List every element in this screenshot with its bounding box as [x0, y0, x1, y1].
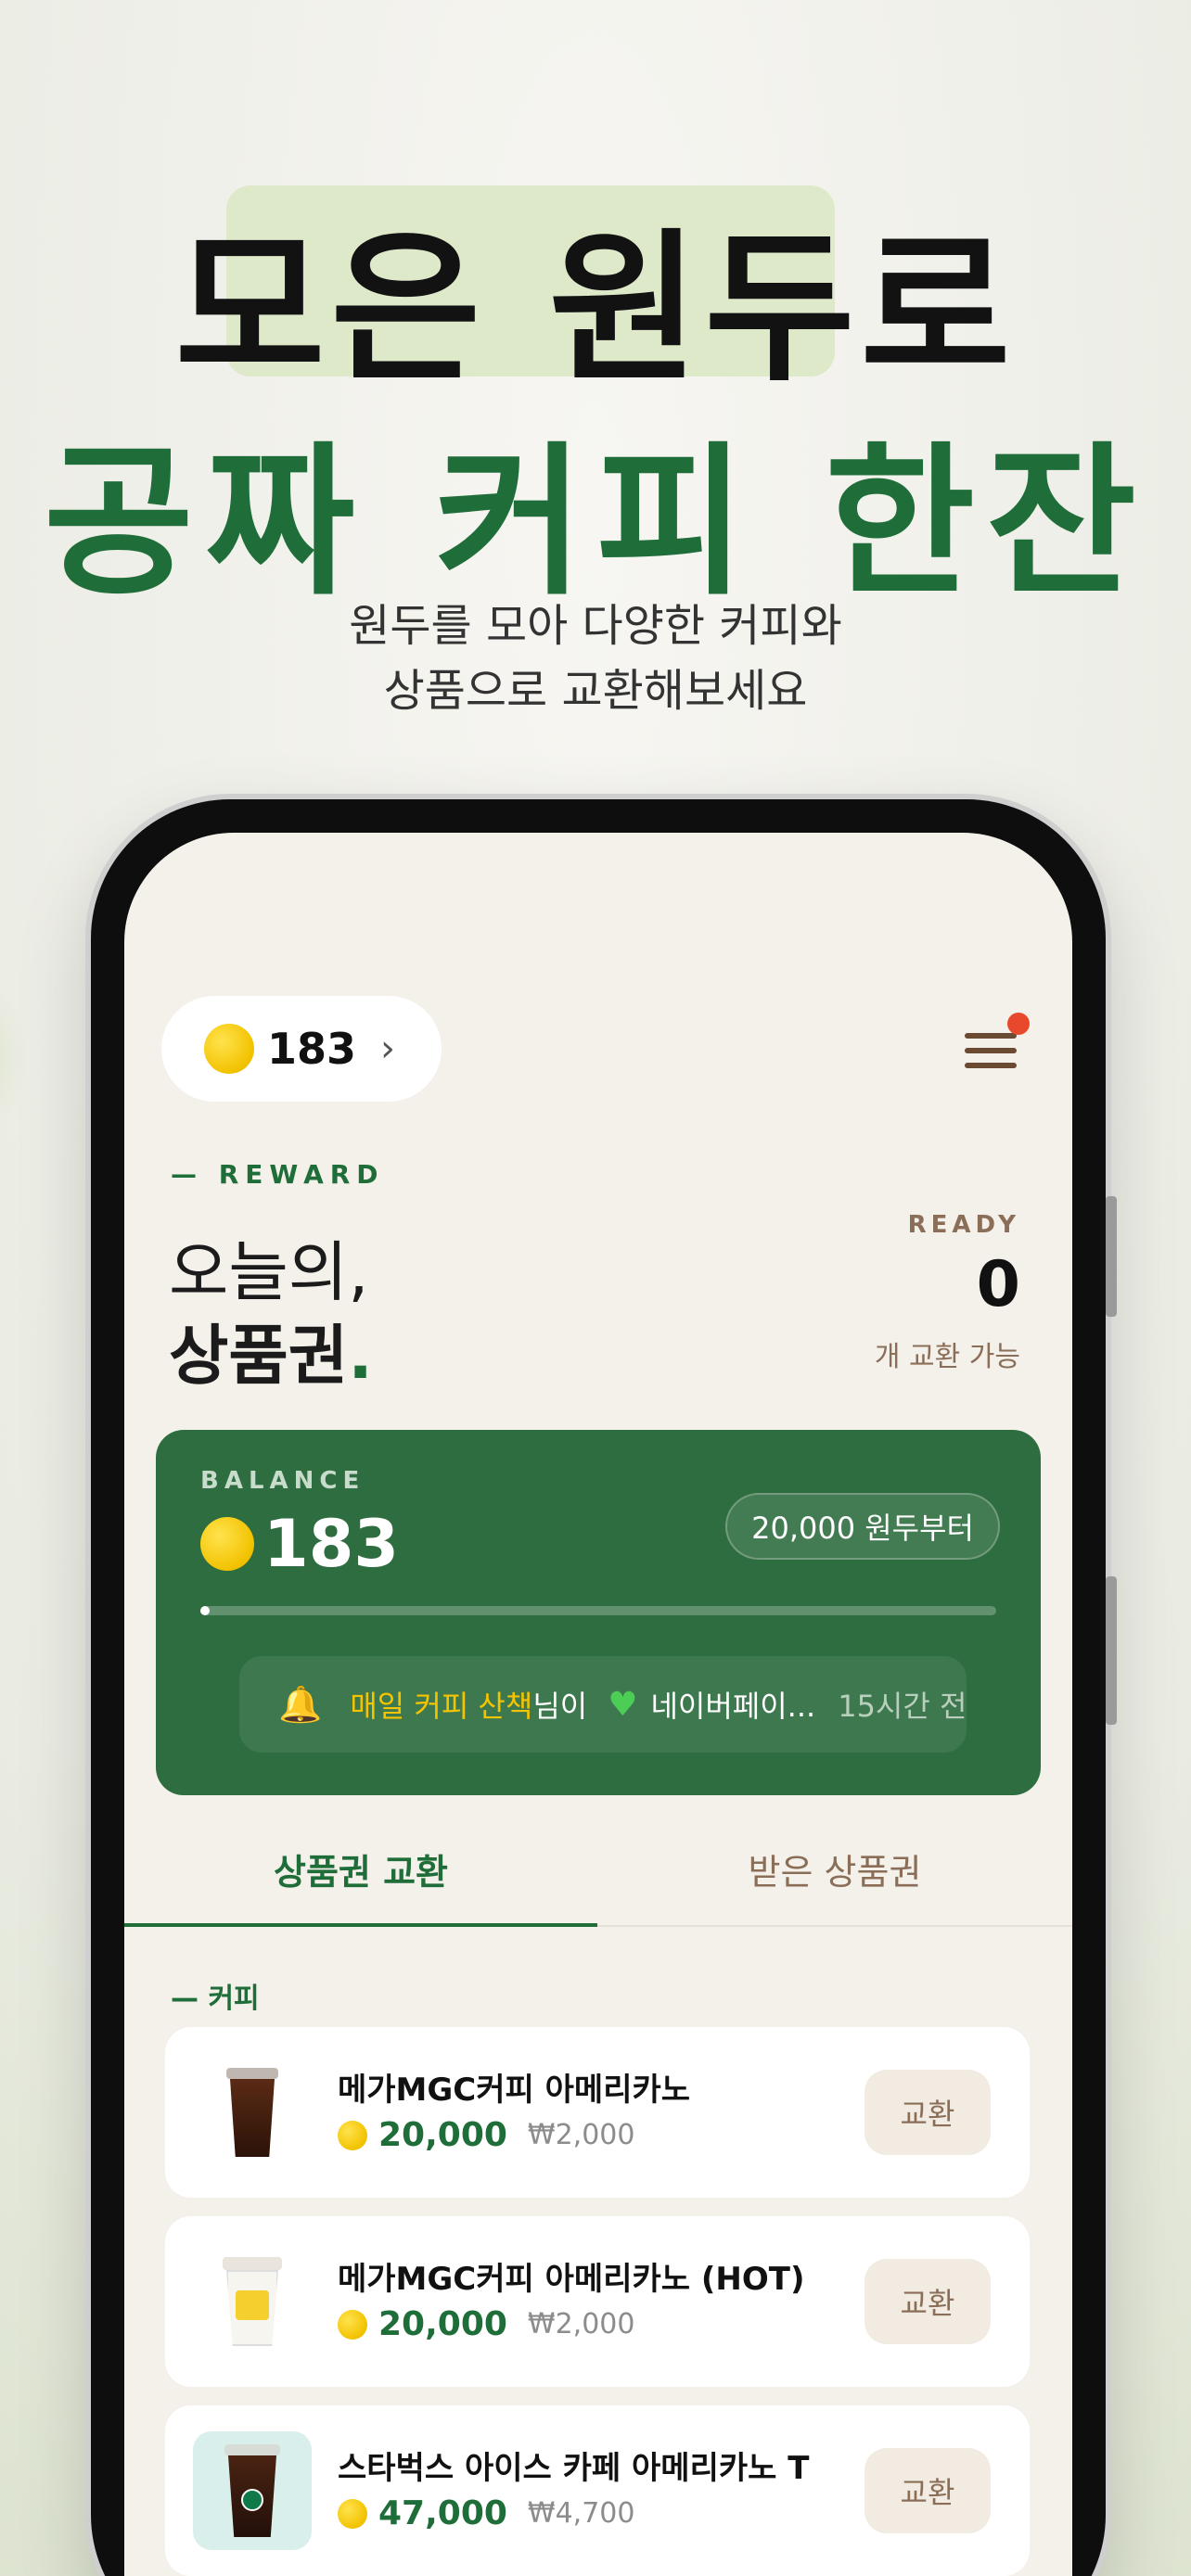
hamburger-icon[interactable] — [965, 1033, 1017, 1070]
phone-side-button — [1106, 1196, 1117, 1317]
product-thumbnail — [193, 2431, 312, 2550]
ready-label: READY — [907, 1211, 1020, 1239]
coin-icon — [338, 2309, 367, 2340]
reward-title-line2: 상품권. — [169, 1304, 373, 1397]
bell-icon: 🔔 — [278, 1683, 323, 1725]
ready-count: 0 — [976, 1248, 1020, 1321]
ticker-target: 네이버페이... — [650, 1689, 816, 1724]
reward-title-text: 상품권 — [169, 1318, 349, 1394]
product-thumbnail — [193, 2242, 312, 2361]
reward-section-label: — REWARD — [171, 1159, 385, 1190]
product-won-price: ₩2,000 — [527, 2308, 635, 2340]
exchange-button[interactable]: 교환 — [864, 2070, 991, 2155]
iced-coffee-icon — [226, 2068, 278, 2157]
product-price: 20,000 — [378, 2305, 507, 2343]
exchange-button[interactable]: 교환 — [864, 2448, 991, 2533]
hot-coffee-icon — [223, 2257, 282, 2346]
section-label-coffee: — 커피 — [171, 1983, 260, 2015]
product-name: 메가MGC커피 아메리카노 (HOT) — [338, 2261, 805, 2298]
product-name: 스타벅스 아이스 카페 아메리카노 T — [338, 2450, 810, 2487]
product-price-row: 20,000 ₩2,000 — [338, 2305, 634, 2343]
app-screen: 183 › — REWARD 오늘의, 상품권. READY 0 개 교환 가능… — [124, 833, 1072, 2576]
reward-title-line1: 오늘의, — [169, 1234, 369, 1310]
coin-icon — [338, 2498, 367, 2529]
balance-card: BALANCE 183 20,000 원두부터 🔔 매일 커피 산책 님이 ♥ … — [156, 1430, 1041, 1795]
coin-icon — [204, 1024, 254, 1074]
product-price-row: 47,000 ₩4,700 — [338, 2494, 634, 2532]
list-item[interactable]: 스타벅스 아이스 카페 아메리카노 T 47,000 ₩4,700 교환 — [165, 2405, 1030, 2576]
product-thumbnail — [193, 2053, 312, 2172]
green-heart-icon: ♥ — [608, 1685, 638, 1724]
hero-subtitle: 원두를 모아 다양한 커피와 상품으로 교환해보세요 — [0, 593, 1191, 723]
hero-title-line1: 모은 원두로 — [174, 214, 1017, 404]
product-price: 47,000 — [378, 2494, 507, 2532]
balance-value-row: 183 — [200, 1506, 399, 1582]
hero-subtitle-line2: 상품으로 교환해보세요 — [383, 665, 808, 717]
exchange-button[interactable]: 교환 — [864, 2259, 991, 2344]
tab-received-vouchers[interactable]: 받은 상품권 — [597, 1843, 1072, 1894]
background-leaf-blur — [0, 983, 28, 1131]
minimum-exchange-pill: 20,000 원두부터 — [725, 1493, 1000, 1560]
coin-balance-pill[interactable]: 183 › — [161, 996, 442, 1102]
list-item[interactable]: 메가MGC커피 아메리카노 20,000 ₩2,000 교환 — [165, 2027, 1030, 2198]
tab-voucher-exchange[interactable]: 상품권 교환 — [124, 1843, 597, 1894]
recent-exchange-ticker[interactable]: 🔔 매일 커피 산책 님이 ♥ 네이버페이... 15시간 전 — [239, 1656, 967, 1753]
coin-balance-value: 183 — [267, 1024, 357, 1074]
active-tab-indicator — [124, 1923, 597, 1927]
ticker-time: 15시간 전 — [838, 1689, 967, 1724]
balance-label: BALANCE — [200, 1467, 365, 1495]
product-won-price: ₩2,000 — [527, 2119, 635, 2151]
coin-icon — [200, 1517, 254, 1571]
product-price: 20,000 — [378, 2116, 507, 2154]
product-name: 메가MGC커피 아메리카노 — [338, 2072, 691, 2109]
product-price-row: 20,000 ₩2,000 — [338, 2116, 634, 2154]
balance-value: 183 — [263, 1506, 400, 1582]
reward-title-dot: . — [348, 1318, 373, 1394]
product-won-price: ₩4,700 — [527, 2497, 635, 2530]
balance-progress-bar — [200, 1606, 996, 1615]
ready-sublabel: 개 교환 가능 — [874, 1341, 1020, 1373]
ticker-suffix: 님이 — [532, 1689, 588, 1724]
hero-subtitle-line1: 원두를 모아 다양한 커피와 — [349, 600, 842, 652]
hero-title-line2: 공짜 커피 한잔 — [43, 427, 1148, 618]
notification-dot — [1007, 1013, 1030, 1035]
list-item[interactable]: 메가MGC커피 아메리카노 (HOT) 20,000 ₩2,000 교환 — [165, 2216, 1030, 2387]
ticker-user-name: 매일 커피 산책 — [350, 1689, 533, 1724]
starbucks-iced-coffee-icon — [224, 2444, 280, 2537]
coin-icon — [338, 2120, 367, 2150]
chevron-right-icon: › — [380, 1027, 396, 1070]
phone-side-button — [1106, 1576, 1117, 1725]
balance-progress-fill — [200, 1606, 211, 1615]
